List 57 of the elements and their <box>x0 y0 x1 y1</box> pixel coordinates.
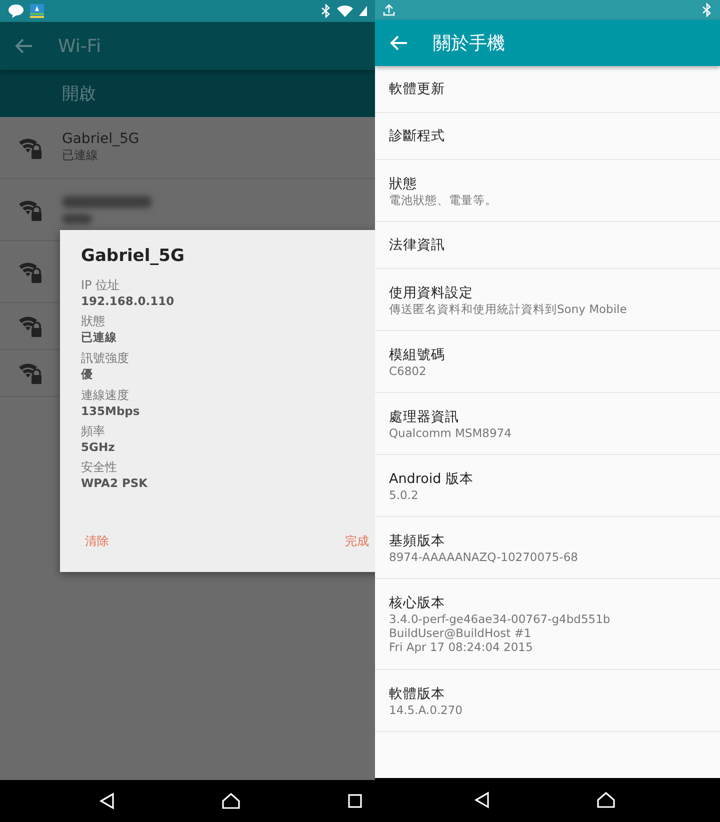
item-title: 法律資訊 <box>389 236 446 254</box>
dialog-title: Gabriel_5G <box>81 246 186 266</box>
item-title: 使用資料設定 <box>389 284 474 302</box>
home-button[interactable] <box>221 791 241 811</box>
switch-label: 開啟 <box>62 83 96 105</box>
screen-title: Wi-Fi <box>58 36 101 56</box>
wifi-lock-icon <box>18 361 44 385</box>
bluetooth-icon <box>321 4 331 18</box>
field-value: 5GHz <box>81 440 116 454</box>
signal-icon <box>359 6 367 16</box>
item-detail: 3.4.0-perf-ge46ae34-00767-g4bd551b <box>389 612 612 626</box>
item-detail: C6802 <box>389 364 428 378</box>
item-title: 基頻版本 <box>389 532 446 550</box>
wifi-lock-icon <box>18 260 44 284</box>
wifi-lock-icon <box>18 136 44 160</box>
item-title: 狀態 <box>389 174 418 192</box>
chat-bubble-icon <box>8 4 24 18</box>
wifi-icon <box>337 5 353 17</box>
item-detail: 5.0.2 <box>389 488 420 502</box>
field-label: 狀態 <box>81 313 106 330</box>
item-title: Android 版本 <box>389 470 474 488</box>
back-button[interactable] <box>97 791 117 811</box>
item-detail: 8974-AAAAANAZQ-10270075-68 <box>389 550 579 564</box>
network-status: 已連線 <box>62 147 99 164</box>
network-name: Gabriel_5G <box>62 131 140 147</box>
landscape-app-icon <box>30 4 44 18</box>
field-value: 135Mbps <box>81 404 141 418</box>
recent-apps-button[interactable] <box>345 791 365 811</box>
field-value: WPA2 PSK <box>81 476 149 490</box>
field-value: 已連線 <box>81 330 118 345</box>
wifi-lock-icon <box>18 314 44 338</box>
field-label: 連線速度 <box>81 387 130 404</box>
field-value: 192.168.0.110 <box>81 294 176 308</box>
bluetooth-icon <box>702 3 712 17</box>
item-title: 處理器資訊 <box>389 408 460 426</box>
blurred-status <box>62 214 92 224</box>
home-button[interactable] <box>596 790 616 810</box>
item-detail: BuildUser@BuildHost #1 <box>389 626 532 640</box>
item-title: 核心版本 <box>389 594 446 612</box>
item-detail: 電池狀態、電量等。 <box>389 192 498 206</box>
item-detail: Fri Apr 17 08:24:04 2015 <box>389 640 534 654</box>
wifi-lock-icon <box>18 198 44 222</box>
item-detail: 14.5.A.0.270 <box>389 702 464 716</box>
field-label: IP 位址 <box>81 277 121 294</box>
screen-title: 關於手機 <box>433 32 505 55</box>
back-button[interactable] <box>472 790 492 810</box>
field-label: 安全性 <box>81 459 118 476</box>
field-value: 優 <box>81 367 94 382</box>
item-title: 軟體版本 <box>389 684 446 702</box>
upload-icon <box>383 4 395 16</box>
field-label: 頻率 <box>81 423 106 440</box>
field-label: 訊號強度 <box>81 350 130 367</box>
item-title: 模組號碼 <box>389 346 446 364</box>
item-detail: 傳送匿名資料和使用統計資料到Sony Mobile <box>389 302 628 316</box>
item-detail: Qualcomm MSM8974 <box>389 426 512 440</box>
item-title: 軟體更新 <box>389 80 446 98</box>
item-title: 診斷程式 <box>389 127 446 145</box>
